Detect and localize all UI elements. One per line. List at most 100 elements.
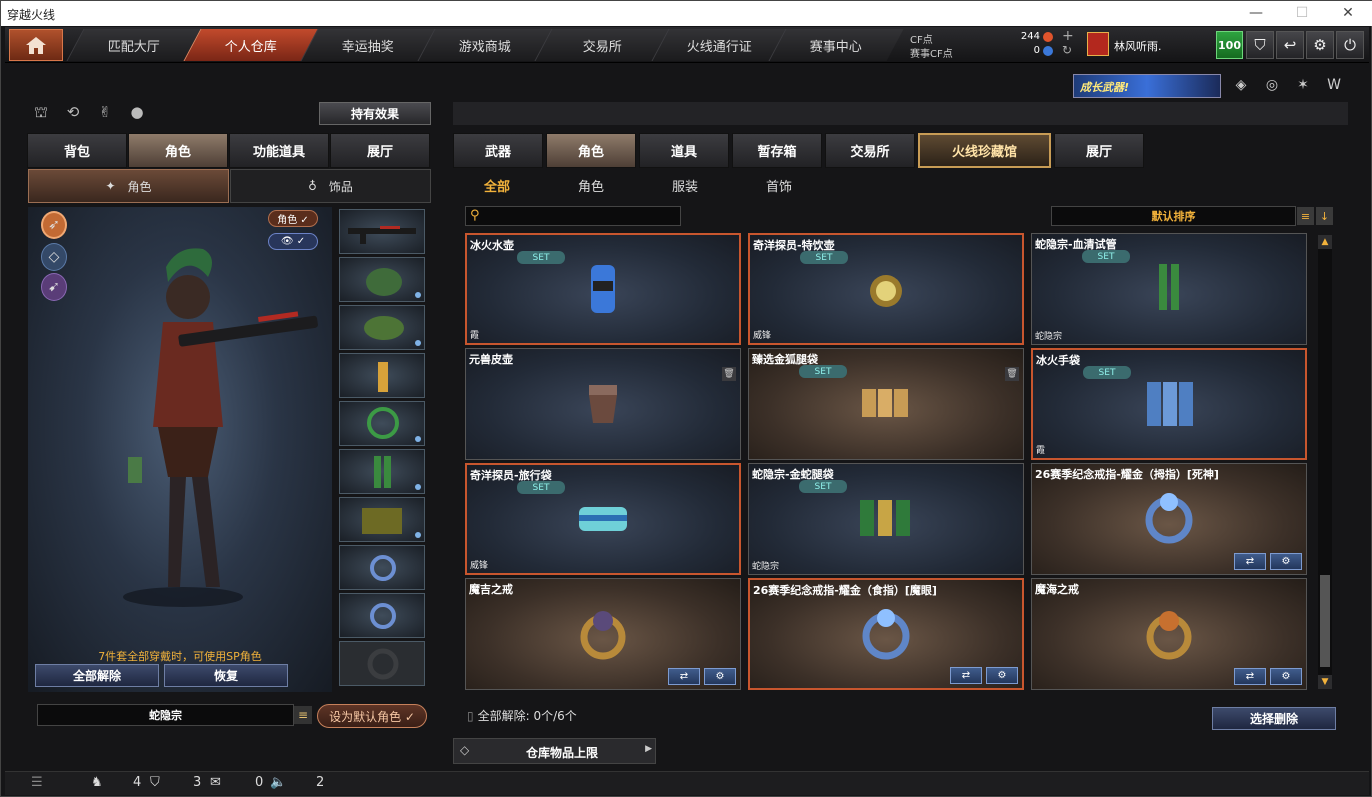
- gear-icon[interactable]: ⚙: [986, 667, 1018, 684]
- right-tab-showroom[interactable]: 展厅: [1054, 133, 1144, 168]
- item-card[interactable]: 冰火水壶 SET 霞: [465, 233, 741, 345]
- sort-order-icon[interactable]: ↓: [1316, 207, 1333, 225]
- wing-icon[interactable]: W: [1323, 77, 1345, 97]
- equip-slot-weapon[interactable]: [339, 209, 425, 254]
- chat-icon[interactable]: ✉: [210, 775, 221, 790]
- item-scrollbar[interactable]: ▲ ▼: [1318, 235, 1332, 689]
- expand-icon[interactable]: ▶: [645, 744, 652, 754]
- faction-eagle-icon[interactable]: ➶: [41, 211, 67, 239]
- user-box[interactable]: 林风听雨.: [1087, 31, 1212, 59]
- equip-slot-head[interactable]: [339, 257, 425, 302]
- holding-effect-button[interactable]: 持有效果: [319, 102, 431, 125]
- gear-icon[interactable]: ⚙: [1270, 553, 1302, 570]
- left-subtab-character[interactable]: ✦ 角色: [28, 169, 229, 203]
- power-icon[interactable]: ⏻: [1336, 31, 1364, 59]
- equip-slot-ring-1[interactable]: [339, 545, 425, 590]
- left-tab-function-items[interactable]: 功能道具: [229, 133, 329, 168]
- nav-tab-game-shop[interactable]: 游戏商城: [417, 29, 553, 61]
- set-default-character-button[interactable]: 设为默认角色 ✓: [317, 704, 427, 728]
- equip-slot-tubes[interactable]: [339, 449, 425, 494]
- speaker-icon[interactable]: 🔈: [270, 775, 286, 790]
- refresh-icon[interactable]: ↻: [1062, 43, 1072, 57]
- left-tab-showroom[interactable]: 展厅: [330, 133, 430, 168]
- grenade-icon[interactable]: ●: [125, 103, 149, 125]
- item-card[interactable]: 元兽皮壶 🗑: [465, 348, 741, 460]
- right-tab-character[interactable]: 角色: [546, 133, 636, 168]
- home-icon[interactable]: [9, 29, 63, 61]
- equip-slot-mask[interactable]: [339, 305, 425, 350]
- scroll-up-icon[interactable]: ▲: [1318, 235, 1332, 249]
- unequip-all-button[interactable]: 全部解除: [35, 664, 159, 687]
- sort-select[interactable]: 默认排序: [1051, 206, 1296, 226]
- item-card[interactable]: 奇洋探员-特饮壶 SET 威锋: [748, 233, 1024, 345]
- equip-slot-empty-ring[interactable]: [339, 641, 425, 686]
- nav-tab-battle-pass[interactable]: 火线通行证: [651, 29, 787, 61]
- character-preview[interactable]: ➶ ◇ ➹ 角色 ✓ 👁 ✓: [28, 207, 332, 692]
- right-tab-museum[interactable]: 火线珍藏馆: [918, 133, 1051, 168]
- maximize-icon[interactable]: ☐: [1289, 3, 1315, 23]
- nav-tab-personal-storage[interactable]: 个人仓库: [183, 29, 319, 61]
- search-input[interactable]: ⚲: [465, 206, 681, 226]
- item-card[interactable]: 蛇隐宗-血清试管 SET 蛇隐宗: [1031, 233, 1307, 345]
- gear-icon[interactable]: ⚙: [1270, 668, 1302, 685]
- equip-slot-leg-bag[interactable]: [339, 497, 425, 542]
- subtab-all[interactable]: 全部: [484, 176, 510, 195]
- select-delete-button[interactable]: 选择删除: [1212, 707, 1336, 730]
- globe-icon[interactable]: ◎: [1261, 77, 1283, 97]
- character-badge[interactable]: 角色 ✓: [268, 210, 318, 227]
- pose-icon[interactable]: ✌: [93, 103, 117, 125]
- item-card[interactable]: 臻选金狐腿袋 SET 🗑: [748, 348, 1024, 460]
- subtab-jewelry[interactable]: 首饰: [766, 176, 792, 195]
- trash-icon[interactable]: 🗑: [722, 367, 736, 381]
- exchange-icon[interactable]: ⇄: [1234, 668, 1266, 685]
- sort-list-icon[interactable]: ≡: [1297, 207, 1314, 225]
- scroll-thumb[interactable]: [1320, 575, 1330, 667]
- right-tab-weapons[interactable]: 武器: [453, 133, 543, 168]
- exchange-icon[interactable]: ⇄: [950, 667, 982, 684]
- gift-icon[interactable]: ⛫: [29, 103, 53, 125]
- rotate-icon[interactable]: ⟲: [61, 103, 85, 125]
- gear-icon[interactable]: ⚙: [704, 668, 736, 685]
- faction-bird-icon[interactable]: ➹: [41, 273, 67, 301]
- exchange-icon[interactable]: ⇄: [668, 668, 700, 685]
- nav-tab-match-lobby[interactable]: 匹配大厅: [66, 29, 202, 61]
- left-tab-character[interactable]: 角色: [128, 133, 228, 168]
- menu-icon[interactable]: ≡: [294, 706, 312, 724]
- right-tab-items[interactable]: 道具: [639, 133, 729, 168]
- equip-slot-flask[interactable]: [339, 353, 425, 398]
- exchange-icon[interactable]: ⇄: [1234, 553, 1266, 570]
- nav-tab-lucky-draw[interactable]: 幸运抽奖: [300, 29, 436, 61]
- gear-icon[interactable]: ⚙: [1306, 31, 1334, 59]
- restore-button[interactable]: 恢复: [164, 664, 288, 687]
- shield-icon[interactable]: ⛉: [1246, 31, 1274, 59]
- left-subtab-accessory[interactable]: ♁ 饰品: [230, 169, 431, 203]
- close-icon[interactable]: ✕: [1335, 3, 1361, 23]
- equip-slot-emblem[interactable]: [339, 401, 425, 446]
- list-icon[interactable]: ☰: [31, 775, 43, 790]
- right-tab-exchange[interactable]: 交易所: [825, 133, 915, 168]
- item-card[interactable]: 魔吉之戒 ⇄ ⚙: [465, 578, 741, 690]
- item-card[interactable]: 26赛季纪念戒指-耀金（食指）[魔眼] ⇄ ⚙: [748, 578, 1024, 690]
- storage-capacity-bar[interactable]: ◇ 仓库物品上限 ▶: [453, 738, 656, 764]
- item-card[interactable]: 冰火手袋 SET 霞: [1031, 348, 1307, 460]
- nav-tab-exchange[interactable]: 交易所: [534, 29, 670, 61]
- item-card[interactable]: 奇洋探员-旅行袋 SET 威锋: [465, 463, 741, 575]
- trash-icon[interactable]: 🗑: [1005, 367, 1019, 381]
- promo-banner[interactable]: 成长武器!: [1073, 74, 1221, 98]
- return-icon[interactable]: ↩: [1276, 31, 1304, 59]
- subtab-clothing[interactable]: 服装: [672, 176, 698, 195]
- equip-slot-ring-2[interactable]: [339, 593, 425, 638]
- right-tab-temp-box[interactable]: 暂存箱: [732, 133, 822, 168]
- subtab-character[interactable]: 角色: [578, 176, 604, 195]
- character-name-field[interactable]: 蛇隐宗: [37, 704, 294, 726]
- faction-wing-icon[interactable]: ◇: [41, 243, 67, 271]
- minimize-icon[interactable]: —: [1243, 3, 1269, 23]
- nav-tab-event-center[interactable]: 赛事中心: [768, 29, 904, 61]
- item-card[interactable]: 26赛季纪念戒指-耀金（拇指）[死神] ⇄ ⚙: [1031, 463, 1307, 575]
- item-card[interactable]: 魔海之戒 ⇄ ⚙: [1031, 578, 1307, 690]
- scroll-down-icon[interactable]: ▼: [1318, 675, 1332, 689]
- add-icon[interactable]: +: [1062, 28, 1074, 44]
- left-tab-bag[interactable]: 背包: [27, 133, 127, 168]
- item-card[interactable]: 蛇隐宗-金蛇腿袋 SET 蛇隐宗: [748, 463, 1024, 575]
- spark-icon[interactable]: ✶: [1292, 77, 1314, 97]
